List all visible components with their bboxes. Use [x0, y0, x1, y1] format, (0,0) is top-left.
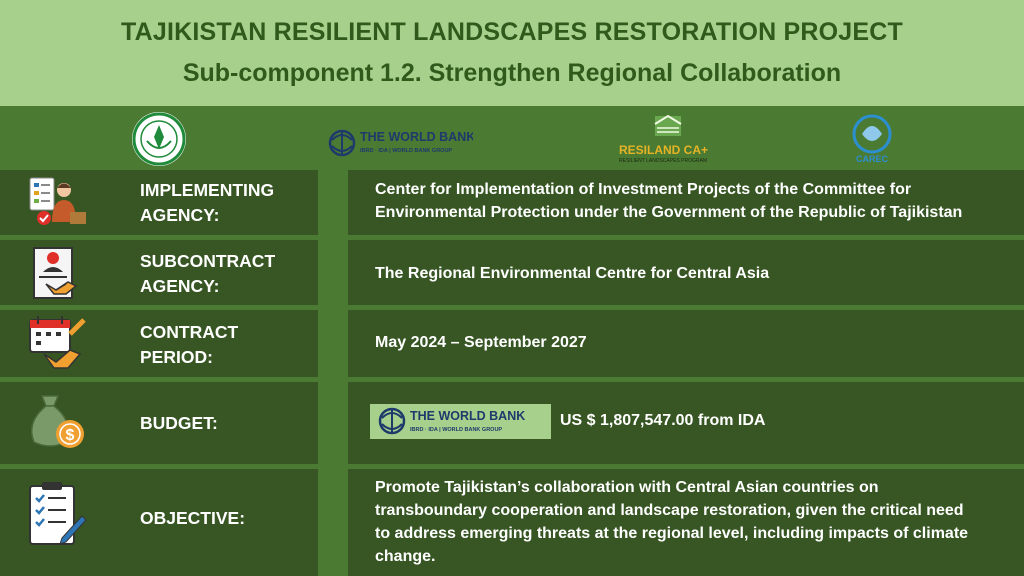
slide: TAJIKISTAN RESILIENT LANDSCAPES RESTORAT…	[0, 0, 1024, 576]
world-bank-logo: THE WORLD BANK IBRD · IDA | WORLD BANK G…	[328, 129, 473, 157]
resiland-name: RESILAND CA+	[619, 143, 708, 157]
resiland-tagline: RESILIENT LANDSCAPES PROGRAM	[619, 158, 707, 164]
subcontract-agency-label: SUBCONTRACT AGENCY:	[140, 251, 276, 296]
calendar-handshake-icon	[29, 316, 86, 369]
implementing-agency-label: IMPLEMENTING AGENCY:	[140, 180, 275, 225]
world-bank-name: THE WORLD BANK	[360, 130, 473, 144]
carec-logo: CAREC	[852, 114, 892, 164]
checklist-icon	[29, 482, 87, 545]
budget-world-bank-badge: THE WORLD BANK IBRD · IDA | WORLD BANK G…	[370, 404, 551, 439]
svg-text:$: $	[66, 427, 75, 444]
contract-period-value: May 2024 – September 2027	[375, 334, 587, 351]
budget-value: US $ 1,807,547.00 from IDA	[560, 412, 766, 429]
manager-icon	[29, 177, 86, 225]
logo-bar: THE WORLD BANK IBRD · IDA | WORLD BANK G…	[0, 106, 1024, 168]
world-bank-tagline: IBRD · IDA | WORLD BANK GROUP	[360, 148, 452, 154]
page-subtitle: Sub-component 1.2. Strengthen Regional C…	[182, 59, 842, 87]
page-title: TAJIKISTAN RESILIENT LANDSCAPES RESTORAT…	[120, 18, 904, 46]
carec-name: CAREC	[856, 154, 889, 164]
money-bag-icon: $	[31, 395, 84, 448]
resiland-logo: RESILAND CA+ RESILIENT LANDSCAPES PROGRA…	[619, 114, 708, 164]
header: TAJIKISTAN RESILIENT LANDSCAPES RESTORAT…	[0, 0, 1024, 106]
contract-handshake-icon	[33, 247, 78, 299]
budget-world-bank-tagline: IBRD · IDA | WORLD BANK GROUP	[410, 427, 502, 433]
objective-label: OBJECTIVE:	[140, 508, 246, 528]
committee-emblem-logo	[132, 112, 186, 166]
objective-value: Promote Tajikistan’s collaboration with …	[375, 479, 969, 565]
contract-period-label: CONTRACT PERIOD:	[140, 322, 239, 367]
budget-world-bank-name: THE WORLD BANK	[410, 409, 525, 423]
subcontract-agency-value: The Regional Environmental Centre for Ce…	[375, 265, 770, 282]
budget-label: BUDGET:	[140, 413, 218, 433]
implementing-agency-value: Center for Implementation of Investment …	[375, 181, 963, 221]
